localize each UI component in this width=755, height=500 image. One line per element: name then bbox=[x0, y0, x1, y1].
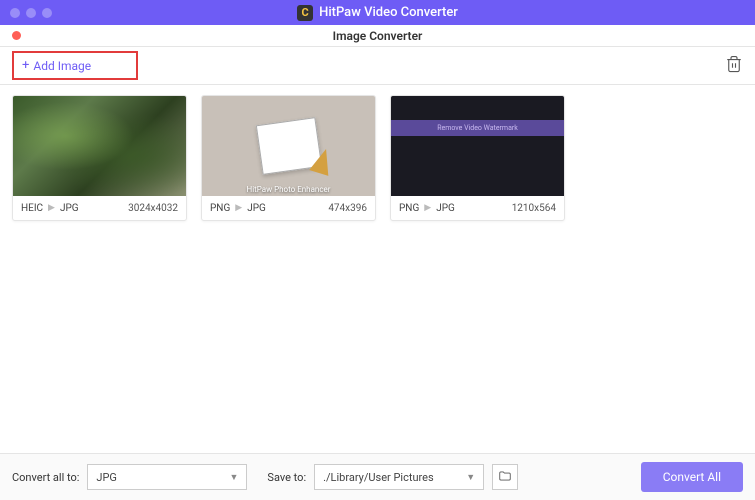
app-title: C HitPaw Video Converter bbox=[297, 5, 458, 21]
from-format: HEIC bbox=[21, 203, 43, 214]
from-format: PNG bbox=[210, 203, 230, 214]
format-conversion: PNG ▶ JPG bbox=[210, 203, 266, 214]
from-format: PNG bbox=[399, 203, 419, 214]
to-format: JPG bbox=[60, 203, 79, 214]
convert-all-to-label: Convert all to: bbox=[12, 471, 79, 484]
window-controls[interactable] bbox=[10, 8, 52, 18]
image-cards: HEIC ▶ JPG 3024x4032 HitPaw Photo Enhanc… bbox=[12, 95, 743, 221]
card-footer: PNG ▶ JPG 474x396 bbox=[202, 196, 375, 220]
image-card[interactable]: Remove Video Watermark PNG ▶ JPG 1210x56… bbox=[390, 95, 565, 221]
thumbnail-banner-text: Remove Video Watermark bbox=[391, 120, 564, 136]
bottom-bar: Convert all to: JPG ▼ Save to: ./Library… bbox=[0, 453, 755, 500]
image-thumbnail: Remove Video Watermark bbox=[391, 96, 564, 196]
save-to-label: Save to: bbox=[267, 471, 306, 484]
dimensions-label: 474x396 bbox=[328, 203, 367, 214]
dimensions-label: 1210x564 bbox=[512, 203, 556, 214]
save-path-value: ./Library/User Pictures bbox=[323, 471, 434, 484]
format-conversion: PNG ▶ JPG bbox=[399, 203, 455, 214]
arrow-right-icon: ▶ bbox=[48, 203, 55, 213]
window-minimize-icon[interactable] bbox=[26, 8, 36, 18]
app-logo-icon: C bbox=[297, 5, 313, 21]
arrow-right-icon: ▶ bbox=[424, 203, 431, 213]
window-close-icon[interactable] bbox=[10, 8, 20, 18]
output-format-select[interactable]: JPG ▼ bbox=[87, 464, 247, 490]
save-path-select[interactable]: ./Library/User Pictures ▼ bbox=[314, 464, 484, 490]
delete-button[interactable] bbox=[725, 55, 743, 77]
to-format: JPG bbox=[247, 203, 266, 214]
arrow-right-icon: ▶ bbox=[235, 203, 242, 213]
image-thumbnail bbox=[13, 96, 186, 196]
format-conversion: HEIC ▶ JPG bbox=[21, 203, 79, 214]
toolbar: + Add Image bbox=[0, 47, 755, 85]
convert-all-button[interactable]: Convert All bbox=[641, 462, 743, 492]
card-footer: HEIC ▶ JPG 3024x4032 bbox=[13, 196, 186, 220]
add-image-button[interactable]: + Add Image bbox=[12, 51, 138, 80]
card-footer: PNG ▶ JPG 1210x564 bbox=[391, 196, 564, 220]
app-name-label: HitPaw Video Converter bbox=[319, 5, 458, 20]
content-area: HEIC ▶ JPG 3024x4032 HitPaw Photo Enhanc… bbox=[0, 85, 755, 453]
trash-icon bbox=[725, 58, 743, 77]
add-image-label: Add Image bbox=[33, 59, 91, 73]
thumbnail-overlay-text: HitPaw Photo Enhancer bbox=[202, 185, 375, 194]
to-format: JPG bbox=[436, 203, 455, 214]
page-title: Image Converter bbox=[333, 29, 423, 43]
close-icon[interactable] bbox=[12, 31, 21, 40]
image-card[interactable]: HEIC ▶ JPG 3024x4032 bbox=[12, 95, 187, 221]
sub-header: Image Converter bbox=[0, 25, 755, 47]
browse-folder-button[interactable] bbox=[492, 464, 518, 490]
output-format-value: JPG bbox=[96, 471, 117, 484]
chevron-down-icon: ▼ bbox=[466, 472, 475, 483]
image-card[interactable]: HitPaw Photo Enhancer PNG ▶ JPG 474x396 bbox=[201, 95, 376, 221]
image-thumbnail: HitPaw Photo Enhancer bbox=[202, 96, 375, 196]
dimensions-label: 3024x4032 bbox=[128, 203, 178, 214]
chevron-down-icon: ▼ bbox=[230, 472, 239, 483]
folder-icon bbox=[498, 468, 512, 487]
window-zoom-icon[interactable] bbox=[42, 8, 52, 18]
title-bar: C HitPaw Video Converter bbox=[0, 0, 755, 25]
plus-icon: + bbox=[22, 58, 29, 73]
